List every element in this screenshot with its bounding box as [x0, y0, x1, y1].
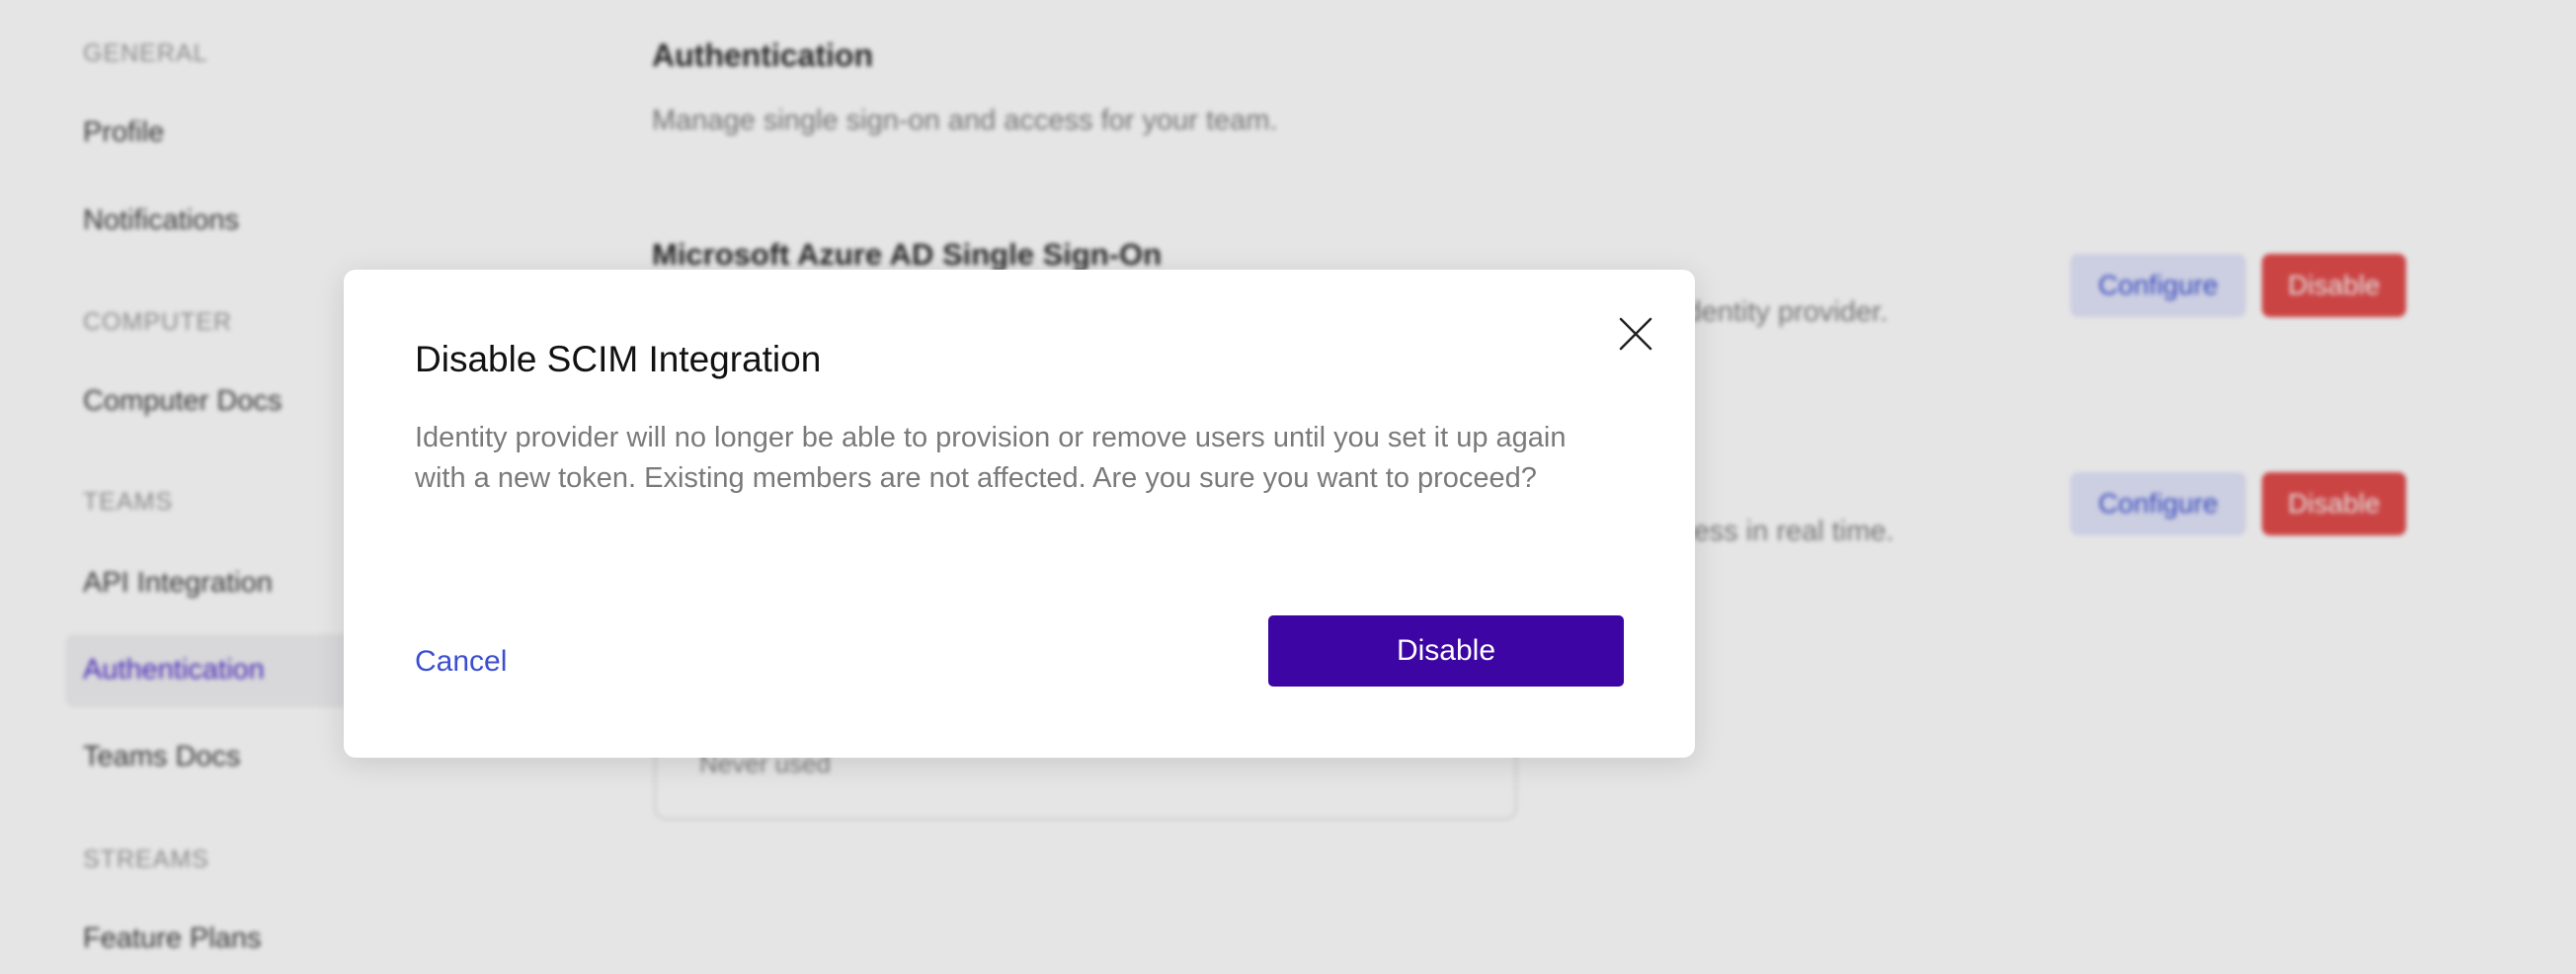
dialog-title: Disable SCIM Integration [415, 339, 822, 379]
dialog-body: Identity provider will no longer be able… [415, 422, 1567, 494]
cancel-button[interactable]: Cancel [415, 645, 507, 679]
close-icon[interactable] [1611, 309, 1660, 359]
close-icon-graphic [1619, 317, 1652, 351]
disable-scim-dialog: Disable SCIM Integration Identity provid… [344, 270, 1695, 758]
confirm-disable-button[interactable]: Disable [1268, 615, 1624, 687]
app-window: GENERAL Profile Notifications COMPUTER C… [0, 0, 2576, 974]
